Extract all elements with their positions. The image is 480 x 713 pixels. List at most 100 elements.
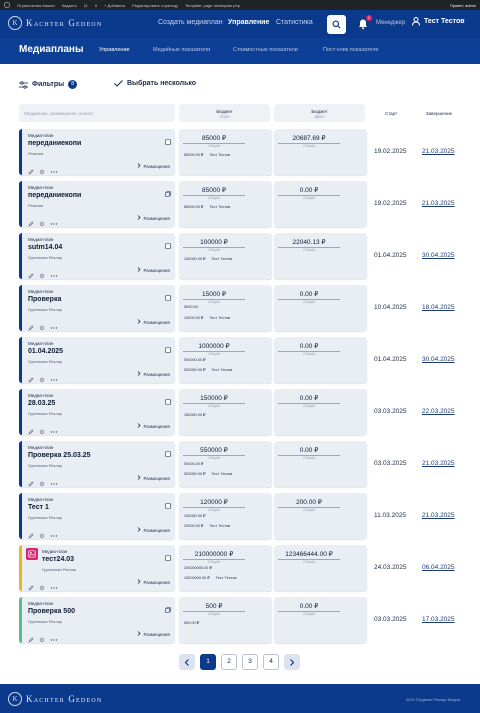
- mediaplan-name[interactable]: переданиекопи: [28, 192, 81, 199]
- placements-link[interactable]: Размещения: [137, 267, 170, 273]
- column-end[interactable]: Завершение: [416, 104, 462, 122]
- placements-link[interactable]: Размещения: [137, 579, 170, 585]
- admin-bar-site[interactable]: Ограничения Кашин: [17, 3, 55, 8]
- budget-fact-card[interactable]: 22040.13 ₽ Общий: [274, 233, 367, 279]
- admin-bar-updates[interactable]: 11: [84, 3, 88, 8]
- budget-plan-card[interactable]: 100000 ₽ Общий 100000.00 ₽ Тест Тестов: [179, 233, 272, 279]
- gear-icon[interactable]: [39, 370, 45, 388]
- pencil-icon[interactable]: [28, 370, 34, 388]
- admin-bar-greeting[interactable]: Привет, admin: [450, 3, 476, 8]
- footer-logo[interactable]: K Kachter Gedeon: [8, 692, 102, 706]
- select-checkbox[interactable]: [165, 132, 171, 150]
- pencil-icon[interactable]: [28, 578, 34, 596]
- mediaplan-name[interactable]: переданиекопи: [28, 140, 81, 147]
- placements-link[interactable]: Размещения: [137, 215, 170, 221]
- page-4-button[interactable]: 4: [263, 654, 279, 670]
- budget-fact-card[interactable]: 0.00 ₽ Общий: [274, 285, 367, 331]
- budget-fact-card[interactable]: 0.00 ₽ Общий: [274, 181, 367, 227]
- placements-link[interactable]: Размещения: [137, 423, 170, 429]
- wp-logo-icon[interactable]: [4, 1, 10, 9]
- end-date-link[interactable]: 18.04.2025: [422, 304, 455, 311]
- pencil-icon[interactable]: [28, 422, 34, 440]
- mediaplan-card[interactable]: Медиа-план Проверка Группвижн Реклар Размещ…: [19, 285, 175, 331]
- prev-page-button[interactable]: [179, 654, 195, 670]
- more-icon[interactable]: [50, 474, 58, 492]
- page-2-button[interactable]: 2: [221, 654, 237, 670]
- placements-link[interactable]: Размещения: [137, 163, 170, 169]
- more-icon[interactable]: [50, 318, 58, 336]
- end-date-link[interactable]: 21.03.2025: [422, 148, 455, 155]
- placements-link[interactable]: Размещения: [137, 527, 170, 533]
- budget-fact-card[interactable]: 0.00 ₽ Общий: [274, 441, 367, 487]
- pencil-icon[interactable]: [28, 214, 34, 232]
- user-menu[interactable]: Тест Тестов: [412, 17, 465, 26]
- end-date-link[interactable]: 06.04.2025: [422, 564, 455, 571]
- admin-bar-edit-page[interactable]: Редактировать страницу: [132, 3, 178, 8]
- more-icon[interactable]: [50, 630, 58, 648]
- end-date-link[interactable]: 17.03.2025: [422, 616, 455, 623]
- admin-bar-customize[interactable]: Кадасть: [62, 3, 77, 8]
- placements-link[interactable]: Размещения: [137, 371, 170, 377]
- mediaplan-name[interactable]: Проверка: [28, 296, 61, 303]
- end-date-link[interactable]: 22.03.2025: [422, 408, 455, 415]
- gear-icon[interactable]: [39, 162, 45, 180]
- budget-plan-card[interactable]: 500 ₽ Общий 500.00 ₽: [179, 597, 272, 643]
- end-date-link[interactable]: 21.03.2025: [422, 200, 455, 207]
- pencil-icon[interactable]: [28, 474, 34, 492]
- filters-button[interactable]: Фильтры 8: [19, 80, 78, 89]
- budget-fact-card[interactable]: 0.00 ₽ Общий: [274, 337, 367, 383]
- page-3-button[interactable]: 3: [242, 654, 258, 670]
- column-start[interactable]: Старт: [370, 104, 412, 122]
- placements-link[interactable]: Размещения: [137, 475, 170, 481]
- mediaplan-card[interactable]: Медиа-план Проверка 25.03.25 Группвижн Рек…: [19, 441, 175, 487]
- table-search-input[interactable]: Медиаплан, размещение, клиент: [19, 104, 175, 122]
- budget-fact-card[interactable]: 123466444.00 ₽ Общий: [274, 545, 367, 591]
- placements-link[interactable]: Размещения: [137, 319, 170, 325]
- tab-cost-metrics[interactable]: Стоимостные показатели: [233, 47, 298, 53]
- mediaplan-name[interactable]: 01.04.2025: [28, 348, 63, 355]
- gear-icon[interactable]: [39, 474, 45, 492]
- admin-bar-template[interactable]: Template: page-mediaplan.php: [185, 3, 240, 8]
- mediaplan-card[interactable]: Медиа-план 01.04.2025 Группвижн Реклар Разм…: [19, 337, 175, 383]
- pencil-icon[interactable]: [28, 266, 34, 284]
- select-checkbox[interactable]: [165, 496, 171, 514]
- mediaplan-name[interactable]: Проверка 25.03.25: [28, 452, 91, 459]
- budget-fact-card[interactable]: 0.00 ₽ Общий: [274, 597, 367, 643]
- more-icon[interactable]: [50, 370, 58, 388]
- more-icon[interactable]: [50, 162, 58, 180]
- mediaplan-card[interactable]: Медиа-план Проверка 500 Группвижн Реклар Ра…: [19, 597, 175, 643]
- mediaplan-card[interactable]: Медиа-план переданиекопи Ревизия Размещения: [19, 129, 175, 175]
- notifications-button[interactable]: 1: [357, 15, 372, 31]
- pencil-icon[interactable]: [28, 318, 34, 336]
- more-icon[interactable]: [50, 578, 58, 596]
- copy-icon[interactable]: [165, 600, 171, 618]
- select-checkbox[interactable]: [165, 288, 171, 306]
- nav-create-mediaplan[interactable]: Создать медиаплан: [158, 19, 223, 26]
- select-checkbox[interactable]: [165, 340, 171, 358]
- budget-plan-card[interactable]: 210000000 ₽ Общий 200000000.00 ₽ 10000000.0…: [179, 545, 272, 591]
- column-budget-fact[interactable]: Бюджет факт: [274, 104, 365, 122]
- pencil-icon[interactable]: [28, 526, 34, 544]
- budget-plan-card[interactable]: 15000 ₽ Общий 5000.00 10000.00 ₽ Тест Тестов: [179, 285, 272, 331]
- end-date-link[interactable]: 30.04.2025: [422, 252, 455, 259]
- mediaplan-card[interactable]: Медиа-план Тест 1 Группвижн Реклар Размещен…: [19, 493, 175, 539]
- nav-statistics[interactable]: Статистика: [276, 19, 313, 26]
- end-date-link[interactable]: 21.03.2025: [422, 512, 455, 519]
- mediaplan-card[interactable]: Медиа-план 28.03.25 Группвижн Реклар Размещ…: [19, 389, 175, 435]
- budget-plan-card[interactable]: 85000 ₽ Общий 85000.00 ₽ Тест Тестов: [179, 181, 272, 227]
- gear-icon[interactable]: [39, 422, 45, 440]
- more-icon[interactable]: [50, 526, 58, 544]
- budget-plan-card[interactable]: 1000000 ₽ Общий 500000.00 ₽500000.00 ₽ Тест…: [179, 337, 272, 383]
- gear-icon[interactable]: [39, 266, 45, 284]
- budget-plan-card[interactable]: 550000 ₽ Общий 50000.00 ₽ 500000.00 ₽ Тест Т…: [179, 441, 272, 487]
- select-checkbox[interactable]: [165, 548, 171, 566]
- copy-icon[interactable]: [165, 184, 171, 202]
- more-icon[interactable]: [50, 214, 58, 232]
- budget-plan-card[interactable]: 85000 ₽ Общий 85000.00 ₽ Тест Тестов: [179, 129, 272, 175]
- admin-bar-add-new[interactable]: + Добавить: [104, 3, 125, 8]
- budget-fact-card[interactable]: 20687.69 ₽ Общий: [274, 129, 367, 175]
- tab-media-metrics[interactable]: Медийные показатели: [153, 47, 210, 53]
- more-icon[interactable]: [50, 266, 58, 284]
- gear-icon[interactable]: [39, 214, 45, 232]
- more-icon[interactable]: [50, 422, 58, 440]
